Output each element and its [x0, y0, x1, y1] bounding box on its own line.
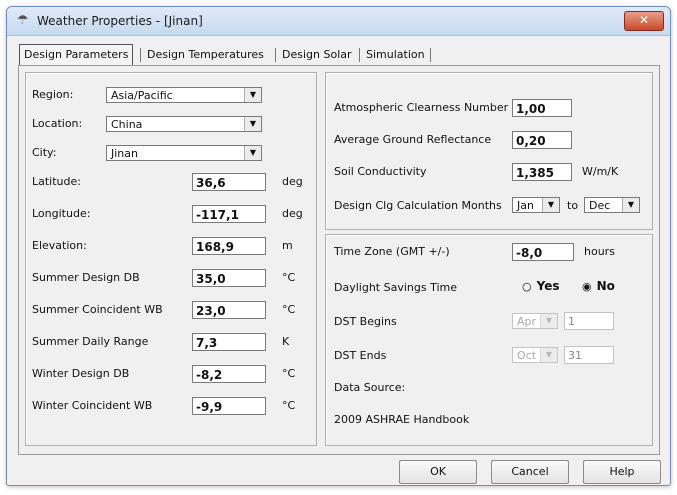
tab-separator — [359, 48, 360, 62]
location-group: Region: Asia/Pacific ▼ Location: China ▼… — [25, 72, 317, 446]
summer-daily-range-label: Summer Daily Range — [32, 335, 149, 348]
dst-ends-label: DST Ends — [334, 349, 387, 362]
clearness-label: Atmospheric Clearness Number — [334, 101, 509, 114]
region-label: Region: — [32, 88, 74, 101]
winter-design-db-unit: °C — [282, 367, 296, 380]
chevron-down-icon[interactable]: ▼ — [244, 117, 261, 131]
tab-design-parameters[interactable]: Design Parameters — [19, 44, 134, 66]
dst-begins-day-input[interactable]: 1 — [564, 312, 614, 330]
dst-begins-month-value: Apr — [517, 315, 537, 328]
chevron-down-icon[interactable]: ▼ — [244, 146, 261, 160]
tab-design-solar[interactable]: Design Solar — [278, 45, 356, 64]
reflectance-label: Average Ground Reflectance — [334, 133, 492, 146]
tab-separator — [275, 48, 276, 62]
summer-coincident-wb-input[interactable]: 23,0 — [192, 301, 266, 319]
city-select[interactable]: Jinan ▼ — [106, 145, 262, 161]
summer-design-db-label: Summer Design DB — [32, 271, 140, 284]
design-parameters-panel: Region: Asia/Pacific ▼ Location: China ▼… — [18, 65, 660, 455]
latitude-label: Latitude: — [32, 175, 81, 188]
chevron-down-icon[interactable]: ▼ — [540, 314, 557, 328]
close-button[interactable]: ✕ — [624, 11, 664, 31]
data-source-label: Data Source: — [334, 381, 406, 394]
time-zone-group: Time Zone (GMT +/-) -8,0 hours Daylight … — [325, 234, 653, 446]
location-label: Location: — [32, 117, 83, 130]
city-label: City: — [32, 146, 57, 159]
summer-daily-range-input[interactable]: 7,3 — [192, 333, 266, 351]
longitude-unit: deg — [282, 207, 303, 220]
summer-daily-range-unit: K — [282, 335, 290, 348]
data-source-value: 2009 ASHRAE Handbook — [334, 413, 470, 426]
dst-ends-month-value: Oct — [517, 349, 537, 362]
ok-button[interactable]: OK — [399, 460, 477, 484]
to-label: to — [567, 199, 579, 212]
timezone-input[interactable]: -8,0 — [512, 243, 574, 261]
dst-yes-label: Yes — [536, 279, 560, 293]
clearness-input[interactable]: 1,00 — [512, 99, 572, 117]
summer-coincident-wb-unit: °C — [282, 303, 296, 316]
dst-ends-month-select[interactable]: Oct ▼ — [512, 347, 558, 363]
soil-conductivity-input[interactable]: 1,385 — [512, 163, 572, 181]
site-parameters-group: Atmospheric Clearness Number 1,00 Averag… — [325, 72, 653, 230]
dst-begins-label: DST Begins — [334, 315, 397, 328]
winter-coincident-wb-input[interactable]: -9,9 — [192, 397, 266, 415]
clg-from-month-value: Jan — [517, 199, 534, 212]
summer-coincident-wb-label: Summer Coincident WB — [32, 303, 163, 316]
dst-no-label: No — [596, 279, 615, 293]
winter-design-db-input[interactable]: -8,2 — [192, 365, 266, 383]
elevation-input[interactable]: 168,9 — [192, 237, 266, 255]
clg-to-month-select[interactable]: Dec ▼ — [584, 197, 640, 213]
city-value: Jinan — [111, 147, 138, 160]
soil-conductivity-unit: W/m/K — [582, 165, 619, 178]
summer-design-db-input[interactable]: 35,0 — [192, 269, 266, 287]
location-select[interactable]: China ▼ — [106, 116, 262, 132]
dst-label: Daylight Savings Time — [334, 281, 457, 294]
latitude-unit: deg — [282, 175, 303, 188]
dst-no-radio[interactable]: ◉ No — [582, 279, 615, 293]
dst-begins-month-select[interactable]: Apr ▼ — [512, 313, 558, 329]
chevron-down-icon[interactable]: ▼ — [542, 198, 559, 212]
winter-coincident-wb-unit: °C — [282, 399, 296, 412]
tab-design-temperatures[interactable]: Design Temperatures — [143, 45, 268, 64]
latitude-input[interactable]: 36,6 — [192, 173, 266, 191]
tab-separator — [430, 48, 431, 62]
chevron-down-icon[interactable]: ▼ — [622, 198, 639, 212]
elevation-label: Elevation: — [32, 239, 87, 252]
dst-yes-radio[interactable]: ○ Yes — [522, 279, 559, 293]
reflectance-input[interactable]: 0,20 — [512, 131, 572, 149]
region-select[interactable]: Asia/Pacific ▼ — [106, 87, 262, 103]
clg-from-month-select[interactable]: Jan ▼ — [512, 197, 560, 213]
timezone-label: Time Zone (GMT +/-) — [334, 245, 450, 258]
window-title: Weather Properties - [Jinan] — [37, 14, 203, 28]
timezone-unit: hours — [584, 245, 615, 258]
cancel-button[interactable]: Cancel — [491, 460, 569, 484]
chevron-down-icon[interactable]: ▼ — [540, 348, 557, 362]
location-value: China — [111, 118, 143, 131]
weather-app-icon: ☂ — [17, 13, 29, 28]
weather-properties-window: ☂ Weather Properties - [Jinan] ✕ Design … — [6, 6, 671, 486]
summer-design-db-unit: °C — [282, 271, 296, 284]
winter-coincident-wb-label: Winter Coincident WB — [32, 399, 153, 412]
radio-unchecked-icon: ○ — [522, 280, 532, 293]
tab-separator — [140, 48, 141, 62]
region-value: Asia/Pacific — [111, 89, 173, 102]
clg-to-month-value: Dec — [589, 199, 611, 212]
tab-simulation[interactable]: Simulation — [362, 45, 429, 64]
winter-design-db-label: Winter Design DB — [32, 367, 130, 380]
soil-conductivity-label: Soil Conductivity — [334, 165, 427, 178]
longitude-label: Longitude: — [32, 207, 91, 220]
elevation-unit: m — [282, 239, 293, 252]
help-button[interactable]: Help — [583, 460, 661, 484]
chevron-down-icon[interactable]: ▼ — [244, 88, 261, 102]
longitude-input[interactable]: -117,1 — [192, 205, 266, 223]
dst-ends-day-input[interactable]: 31 — [564, 346, 614, 364]
radio-checked-icon: ◉ — [582, 280, 592, 293]
title-bar: ☂ Weather Properties - [Jinan] ✕ — [7, 7, 670, 36]
clg-months-label: Design Clg Calculation Months — [334, 199, 502, 212]
